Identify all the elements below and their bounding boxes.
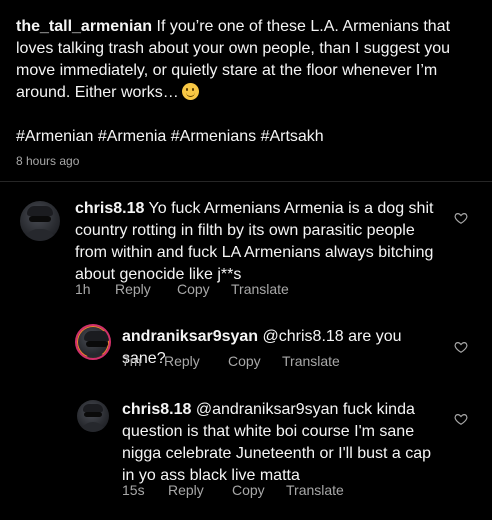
heart-outline-icon[interactable] (454, 340, 468, 354)
post-username[interactable]: the_tall_armenian (16, 18, 152, 35)
comment-time: 7m (122, 353, 142, 369)
post-caption: the_tall_armenian If you’re one of these… (16, 16, 478, 104)
comment-username[interactable]: andraniksar9syan (122, 328, 258, 345)
smiley-emoji-icon (181, 83, 199, 100)
avatar[interactable] (75, 324, 111, 360)
copy-button[interactable]: Copy (228, 353, 282, 369)
comment-actions: 15s Reply Copy Translate (122, 482, 344, 498)
reply-button[interactable]: Reply (115, 281, 177, 297)
copy-button[interactable]: Copy (177, 281, 231, 297)
comment-text: chris8.18 @andraniksar9syan fuck kinda q… (122, 399, 442, 487)
translate-button[interactable]: Translate (282, 353, 340, 369)
post-timestamp: 8 hours ago (16, 154, 80, 168)
avatar[interactable] (20, 201, 60, 241)
reply-button[interactable]: Reply (168, 482, 232, 498)
heart-outline-icon[interactable] (454, 412, 468, 426)
post-hashtags[interactable]: #Armenian #Armenia #Armenians #Artsakh (16, 126, 324, 148)
comment-actions: 1h Reply Copy Translate (75, 281, 289, 297)
heart-outline-icon[interactable] (454, 211, 468, 225)
comment-text: chris8.18 Yo fuck Armenians Armenia is a… (75, 198, 435, 286)
translate-button[interactable]: Translate (231, 281, 289, 297)
translate-button[interactable]: Translate (286, 482, 344, 498)
divider (0, 181, 492, 182)
comment-actions: 7m Reply Copy Translate (122, 353, 340, 369)
copy-button[interactable]: Copy (232, 482, 286, 498)
comment-username[interactable]: chris8.18 (122, 401, 191, 418)
comment-time: 1h (75, 281, 91, 297)
reply-button[interactable]: Reply (164, 353, 228, 369)
comment-username[interactable]: chris8.18 (75, 200, 144, 217)
avatar[interactable] (77, 400, 109, 432)
comment-time: 15s (122, 482, 145, 498)
